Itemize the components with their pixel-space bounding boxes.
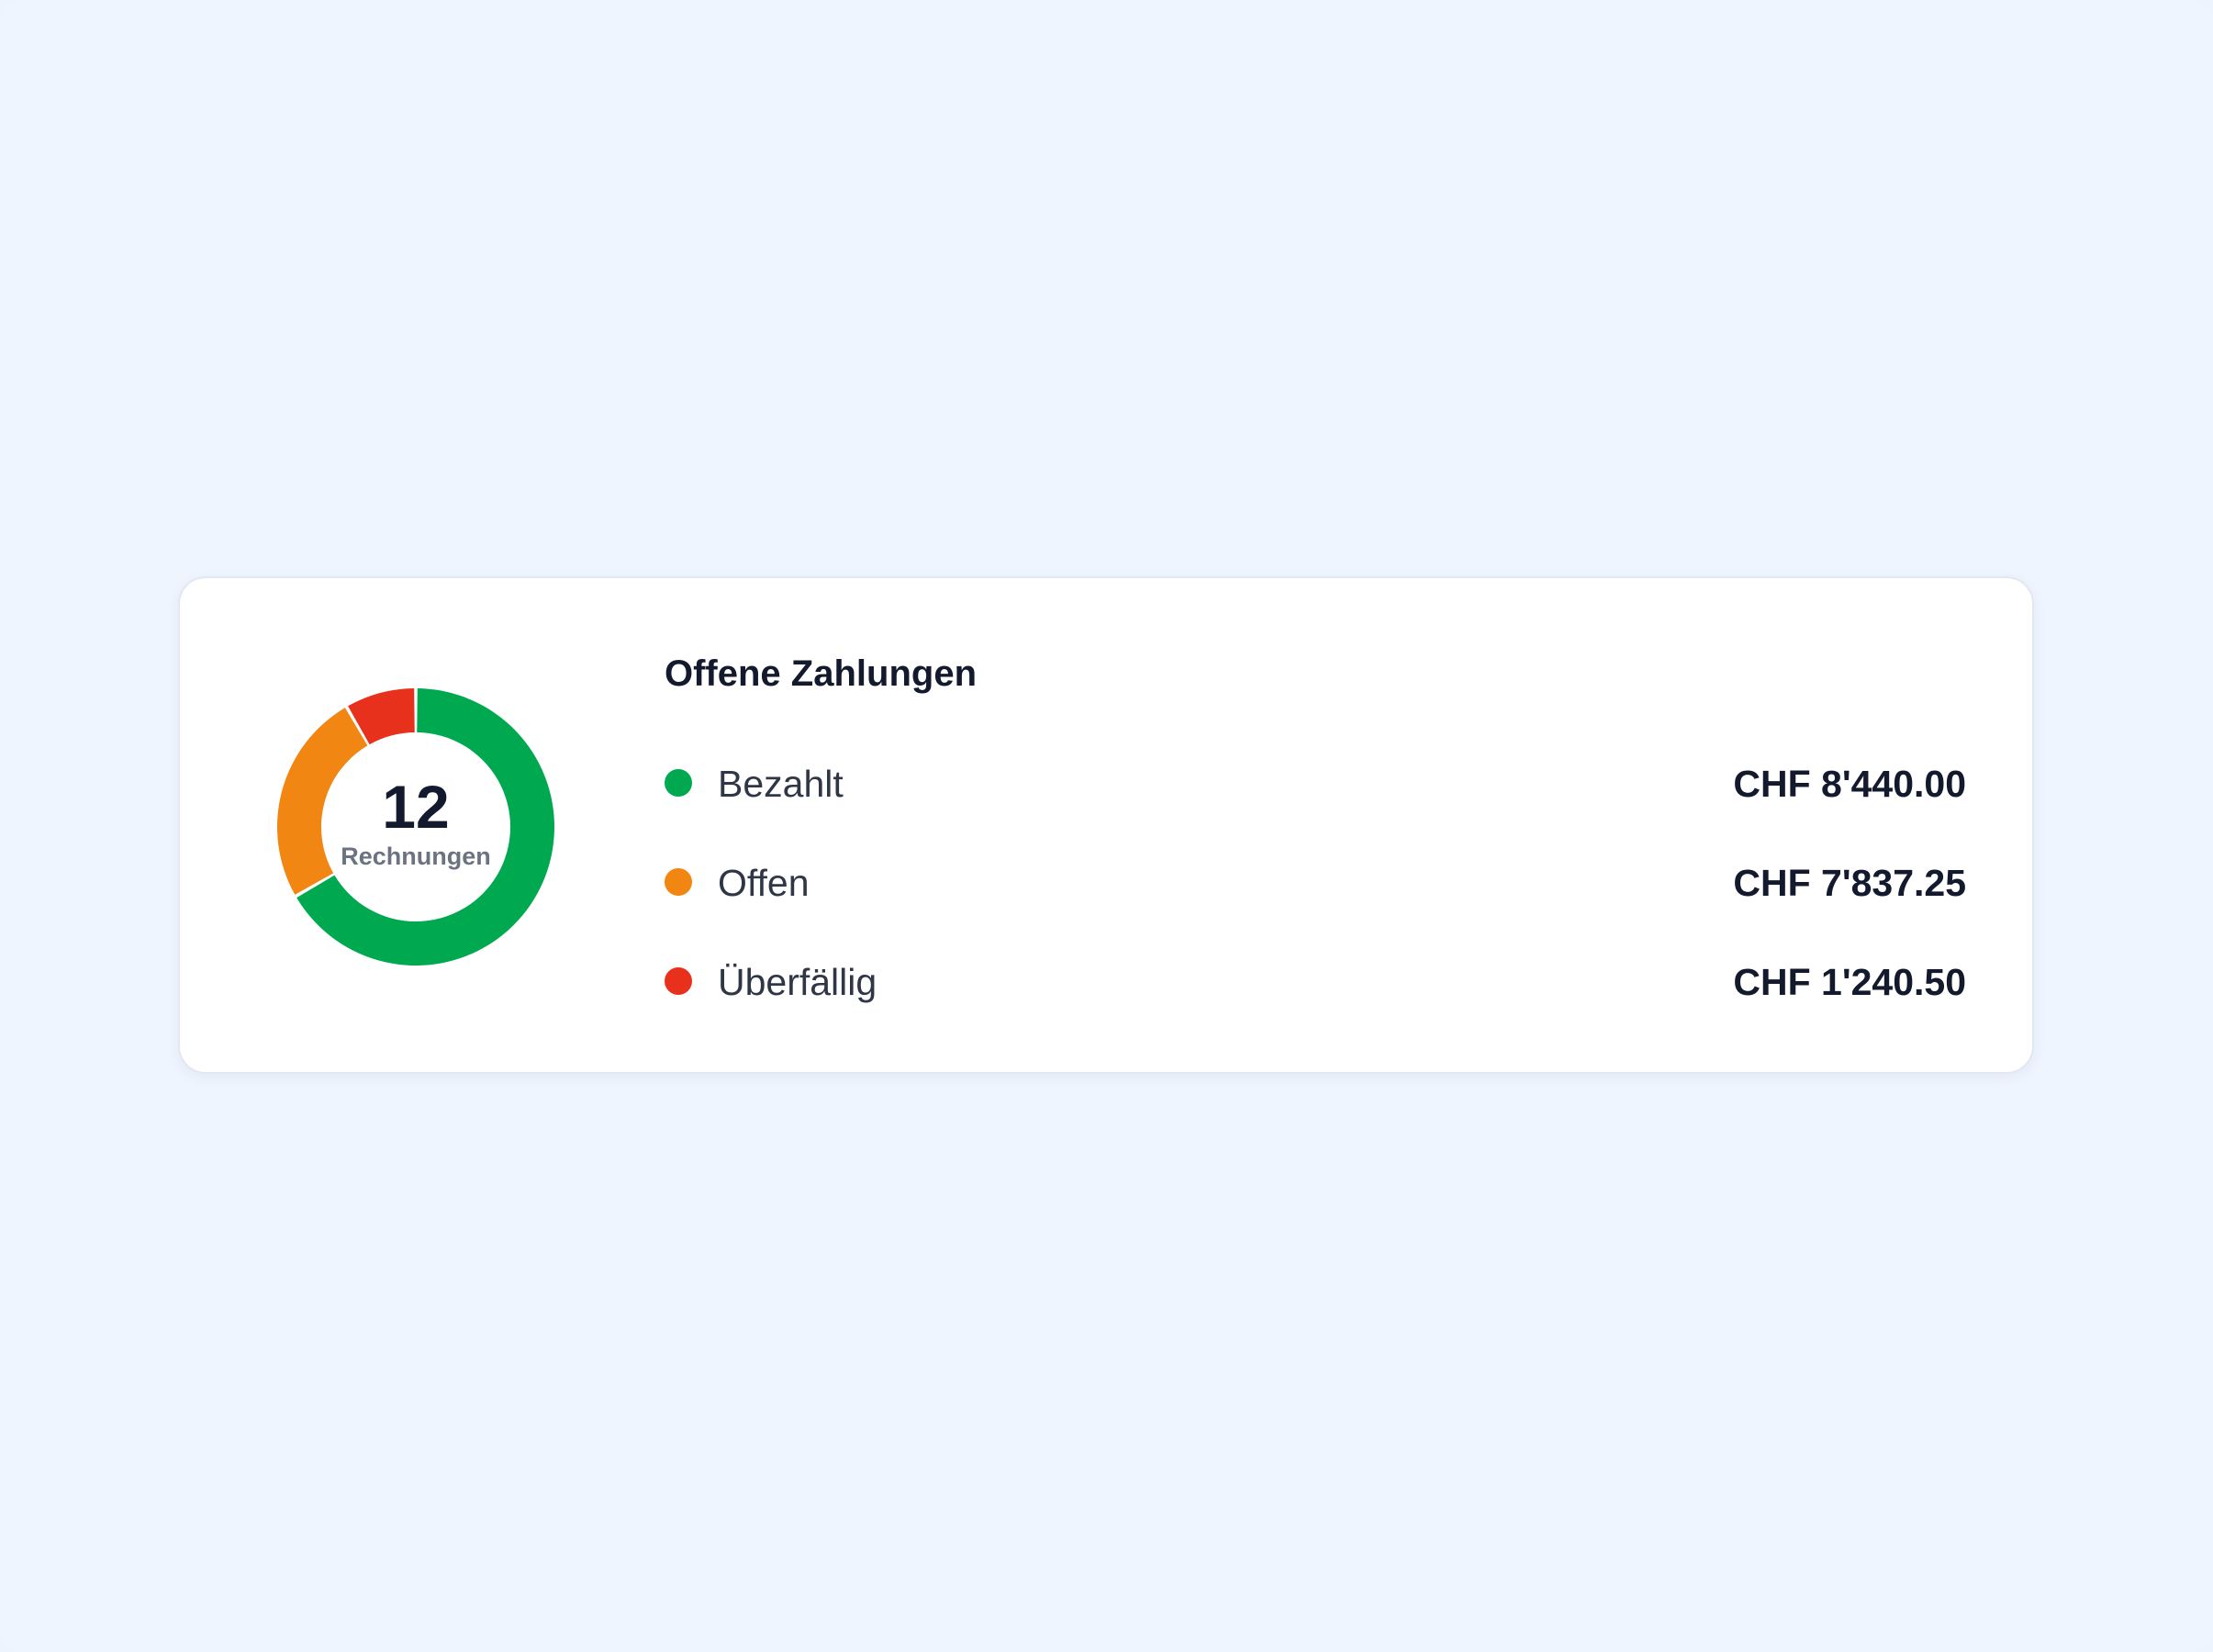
payments-card: 12 Rechnungen Offene Zahlungen Bezahlt C… <box>178 576 2034 1074</box>
legend-row-bezahlt: Bezahlt CHF 8'440.00 <box>665 758 1966 809</box>
status-dot-icon <box>665 868 692 896</box>
legend-label: Bezahlt <box>718 763 844 805</box>
status-dot-icon <box>665 769 692 797</box>
legend-row-offen: Offen CHF 7'837.25 <box>665 857 1966 909</box>
legend-amount: CHF 7'837.25 <box>1733 862 1966 904</box>
card-title: Offene Zahlungen <box>665 653 977 694</box>
donut-center: 12 Rechnungen <box>277 688 554 966</box>
donut-chart: 12 Rechnungen <box>277 688 554 966</box>
invoice-count: 12 <box>382 773 450 841</box>
status-dot-icon <box>665 967 692 995</box>
legend-label: Offen <box>718 862 810 904</box>
legend-amount: CHF 8'440.00 <box>1733 763 1966 805</box>
legend-row-ueberfaellig: Überfällig CHF 1'240.50 <box>665 956 1966 1008</box>
invoice-count-caption: Rechnungen <box>341 843 491 870</box>
legend-amount: CHF 1'240.50 <box>1733 961 1966 1003</box>
legend-label: Überfällig <box>718 961 877 1003</box>
